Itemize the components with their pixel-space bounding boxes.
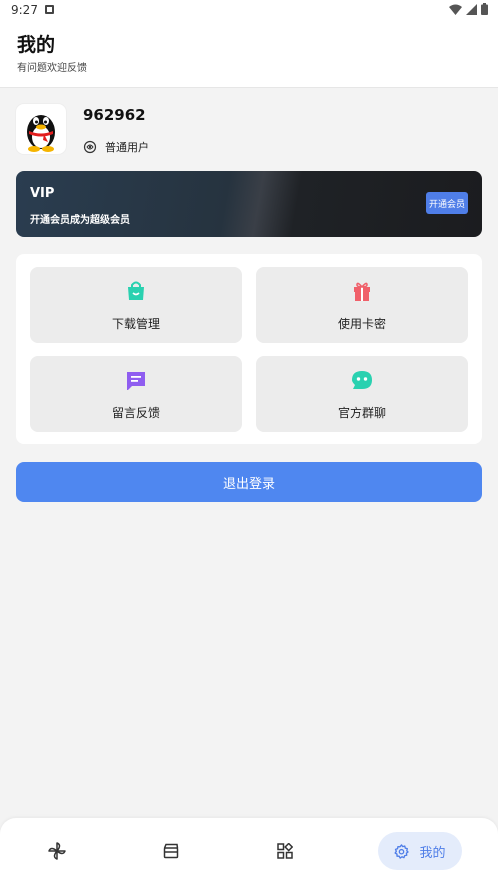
clapper-icon <box>163 843 179 859</box>
grid-item-label: 使用卡密 <box>337 317 386 331</box>
apps-grid-icon <box>277 843 293 859</box>
grid-item-download[interactable]: 下载管理 <box>30 267 242 343</box>
features-card: 下载管理 使用卡密 留言反馈 官方群聊 <box>16 254 482 444</box>
user-type-label: 普通用户 <box>105 141 149 154</box>
notification-icon <box>45 5 54 14</box>
status-icons <box>449 3 488 15</box>
vip-title: VIP <box>30 186 55 201</box>
grid-item-card-key[interactable]: 使用卡密 <box>256 267 468 343</box>
grid-item-label: 留言反馈 <box>111 406 160 420</box>
vip-description: 开通会员成为超级会员 <box>30 215 130 226</box>
nav-mine[interactable]: 我的 <box>378 832 462 870</box>
profile-section: 962962 普通用户 <box>16 104 482 156</box>
chat-bubble-icon <box>352 371 372 389</box>
grid-item-feedback[interactable]: 留言反馈 <box>30 356 242 432</box>
grid-item-label: 官方群聊 <box>337 406 386 420</box>
nav-home[interactable] <box>38 832 76 870</box>
message-icon <box>127 372 145 390</box>
penguin-avatar-icon <box>27 115 55 152</box>
status-bar: 9:27 <box>0 0 498 22</box>
download-bag-icon <box>128 281 144 300</box>
nav-video[interactable] <box>152 832 190 870</box>
logout-button[interactable]: 退出登录 <box>16 462 482 502</box>
vip-banner[interactable]: VIP 开通会员成为超级会员 开通会员 <box>16 171 482 237</box>
grid-item-group-chat[interactable]: 官方群聊 <box>256 356 468 432</box>
status-time: 9:27 <box>11 3 38 17</box>
pinwheel-icon <box>48 842 66 860</box>
user-type: 普通用户 <box>83 139 149 155</box>
username: 962962 <box>83 106 146 124</box>
avatar[interactable] <box>16 104 66 154</box>
signal-icon <box>466 3 477 15</box>
grid-item-label: 下载管理 <box>111 317 160 331</box>
open-vip-button[interactable]: 开通会员 <box>426 192 468 214</box>
page-subtitle: 有问题欢迎反馈 <box>17 63 87 74</box>
gift-icon <box>354 282 370 301</box>
user-badge-icon <box>83 140 97 154</box>
battery-icon <box>481 3 488 15</box>
page-title: 我的 <box>17 34 56 56</box>
nav-apps[interactable] <box>266 832 304 870</box>
page-header: 我的 有问题欢迎反馈 <box>0 22 498 88</box>
nav-mine-label: 我的 <box>419 845 446 861</box>
wifi-icon <box>449 4 462 15</box>
gear-icon <box>394 843 410 859</box>
bottom-nav: 我的 <box>0 818 498 885</box>
